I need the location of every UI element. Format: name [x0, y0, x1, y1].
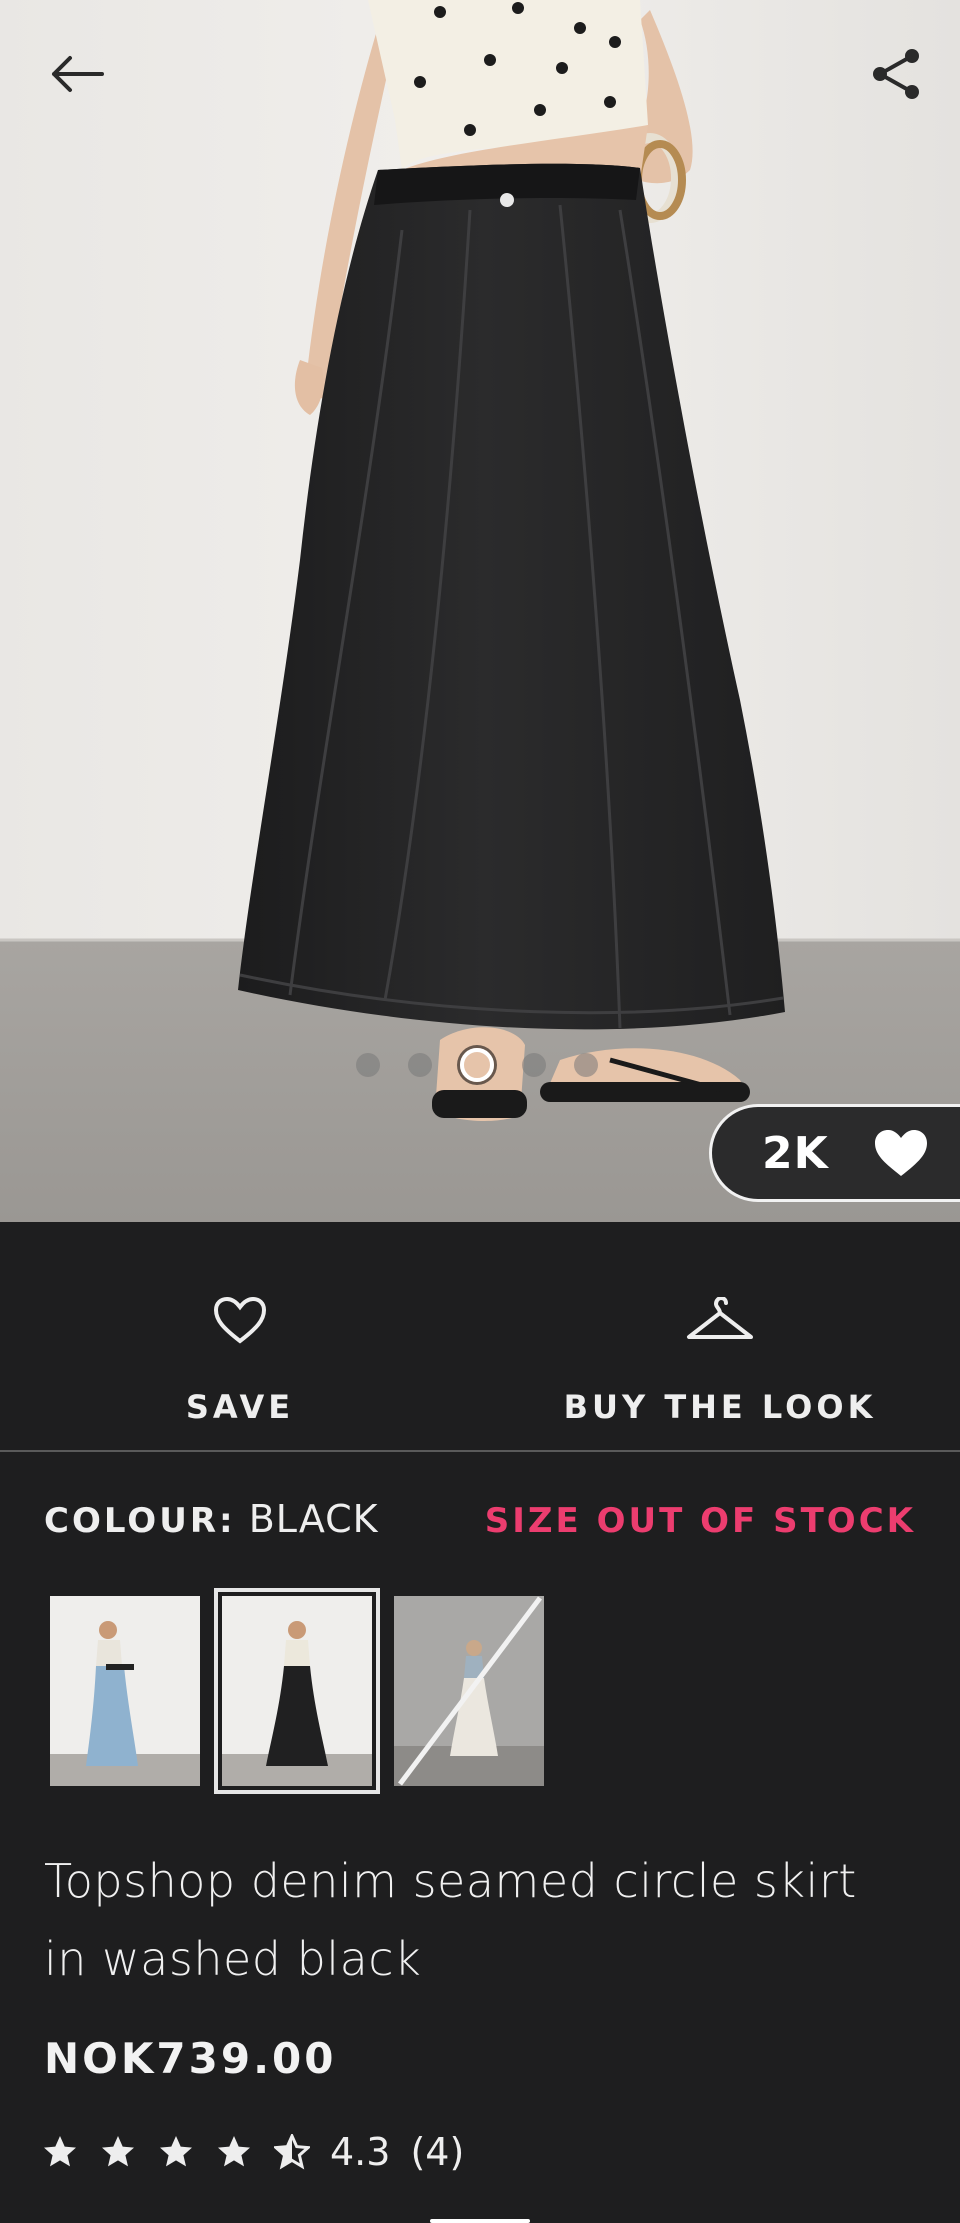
star-icon: [102, 2136, 134, 2167]
back-button[interactable]: [40, 38, 112, 110]
product-image-carousel[interactable]: 2K: [0, 0, 960, 1222]
product-photo: [0, 0, 960, 1222]
save-button[interactable]: SAVE: [0, 1226, 480, 1450]
buy-the-look-button[interactable]: BUY THE LOOK: [480, 1226, 960, 1450]
carousel-dot-active[interactable]: [460, 1048, 494, 1082]
star-icon: [44, 2136, 76, 2167]
swatch-black-image: [222, 1596, 372, 1786]
share-button[interactable]: [860, 38, 932, 110]
star-icon: [218, 2136, 250, 2167]
likes-count: 2K: [762, 1127, 829, 1179]
swatch-ecru-image: [394, 1596, 544, 1786]
colour-row: COLOUR: BLACK SIZE OUT OF STOCK: [44, 1497, 916, 1541]
likes-button[interactable]: 2K: [709, 1104, 960, 1202]
carousel-indicator: [356, 1048, 598, 1082]
rating-stars: [42, 2134, 310, 2170]
swatch-light-blue-image: [50, 1596, 200, 1786]
stock-notice: SIZE OUT OF STOCK: [484, 1501, 916, 1541]
save-label: SAVE: [185, 1388, 295, 1426]
product-title: Topshop denim seamed circle skirt in was…: [44, 1854, 857, 1986]
carousel-dot[interactable]: [356, 1053, 380, 1077]
colour-value: BLACK: [248, 1497, 379, 1541]
hanger-icon: [687, 1297, 753, 1339]
star-half-icon: [274, 2134, 310, 2170]
colour-swatches: [50, 1588, 544, 1794]
home-indicator: [430, 2219, 530, 2223]
swatch-light-blue[interactable]: [50, 1596, 200, 1786]
heart-filled-icon: [874, 1130, 927, 1176]
rating-count: (4): [410, 2130, 465, 2174]
share-icon: [873, 49, 919, 99]
colour-label: COLOUR:: [44, 1501, 236, 1541]
product-price: NOK739.00: [44, 2034, 337, 2083]
buy-the-look-label: BUY THE LOOK: [563, 1388, 877, 1426]
rating-value: 4.3: [330, 2130, 391, 2174]
carousel-dot[interactable]: [522, 1053, 546, 1077]
swatch-black[interactable]: [214, 1588, 380, 1794]
product-rating[interactable]: 4.3 (4): [42, 2130, 464, 2174]
product-actions: SAVE BUY THE LOOK: [0, 1226, 960, 1452]
carousel-dot[interactable]: [408, 1053, 432, 1077]
heart-outline-icon: [213, 1296, 267, 1344]
arrow-left-icon: [52, 56, 104, 92]
swatch-ecru-out-of-stock[interactable]: [394, 1596, 544, 1786]
carousel-dot[interactable]: [574, 1053, 598, 1077]
colour-selection: COLOUR: BLACK: [44, 1497, 379, 1541]
star-icon: [160, 2136, 192, 2167]
